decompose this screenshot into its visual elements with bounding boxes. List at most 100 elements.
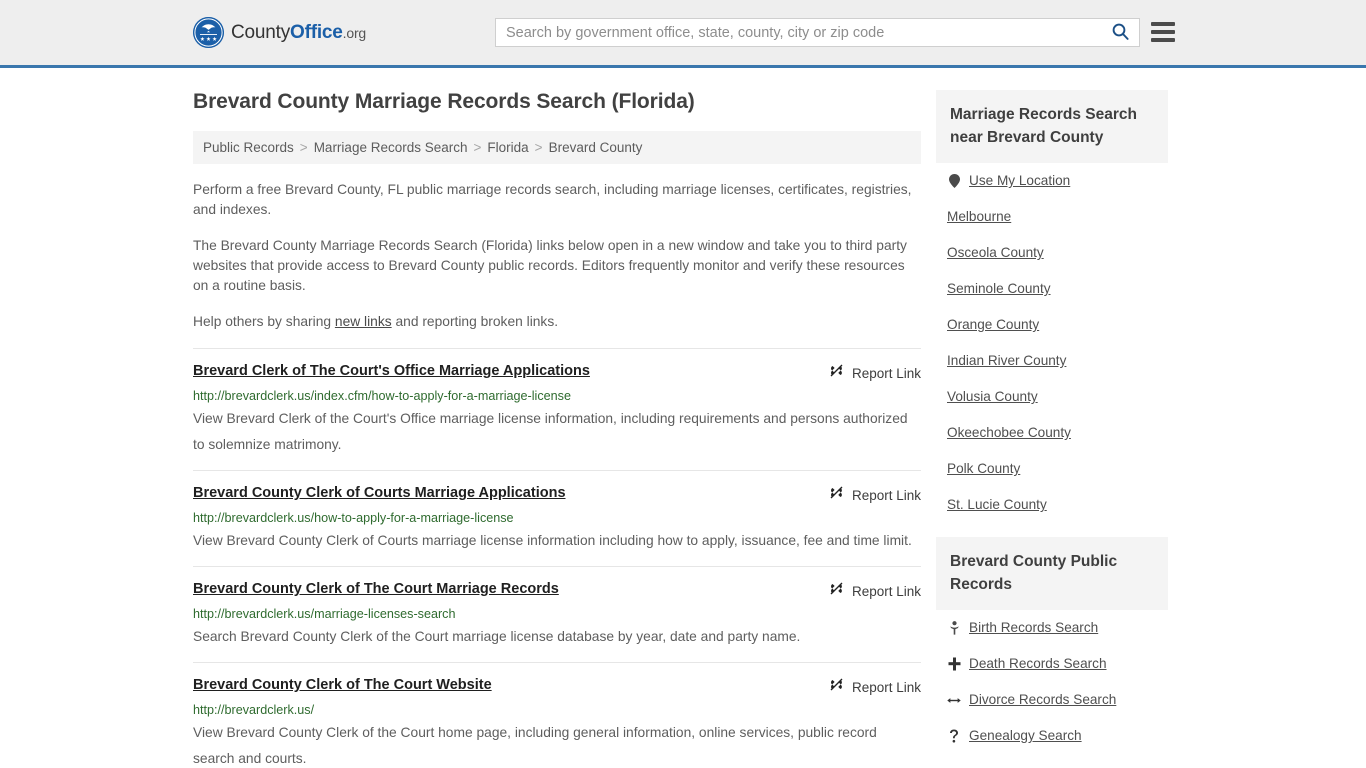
double-arrow-icon (947, 695, 961, 706)
menu-bar-3 (1151, 38, 1175, 42)
sidebar-link-label[interactable]: Death Records Search (969, 655, 1107, 673)
sidebar-public-records-list: Birth Records Search Death Records Searc… (936, 610, 1168, 754)
report-link-label: Report Link (851, 679, 921, 695)
sidebar-link-label[interactable]: Volusia County (947, 388, 1038, 406)
page-title: Brevard County Marriage Records Search (… (193, 90, 695, 113)
logo-text-county: County (231, 22, 291, 43)
report-link-label: Report Link (851, 487, 921, 503)
breadcrumb-item-3[interactable]: Brevard County (549, 140, 643, 155)
result-url[interactable]: http://brevardclerk.us/how-to-apply-for-… (193, 511, 921, 526)
report-link-label: Report Link (851, 583, 921, 599)
result-description: Search Brevard County Clerk of the Court… (193, 629, 801, 644)
search-icon (1112, 23, 1129, 43)
sidebar-link-label[interactable]: Okeechobee County (947, 424, 1071, 442)
result-url[interactable]: http://brevardclerk.us/marriage-licenses… (193, 607, 921, 622)
sidebar-item-seminole-county[interactable]: Seminole County (936, 271, 1168, 307)
search-input[interactable] (495, 18, 1101, 47)
logo-text-org: .org (342, 25, 367, 41)
result-title-link[interactable]: Brevard County Clerk of The Court Websit… (193, 676, 492, 694)
sidebar-link-label[interactable]: Orange County (947, 316, 1039, 334)
baby-icon (947, 621, 961, 635)
result-title-link[interactable]: Brevard County Clerk of Courts Marriage … (193, 484, 566, 502)
result-item: Brevard County Clerk of The Court Websit… (193, 662, 921, 768)
county-office-seal-icon (193, 17, 224, 48)
result-description: View Brevard County Clerk of Courts marr… (193, 533, 912, 548)
sidebar-item-osceola-county[interactable]: Osceola County (936, 235, 1168, 271)
site-logo-text: CountyOffice.org (231, 23, 366, 42)
menu-bar-1 (1151, 22, 1175, 26)
main-content: Brevard County Marriage Records Search (… (193, 68, 921, 768)
breadcrumb: Public Records > Marriage Records Search… (193, 131, 921, 164)
report-link-button[interactable]: Report Link (829, 362, 921, 383)
sidebar-link-label[interactable]: St. Lucie County (947, 496, 1047, 514)
sidebar: Marriage Records Search near Brevard Cou… (936, 68, 1168, 768)
breadcrumb-item-2[interactable]: Florida (487, 140, 528, 155)
breadcrumb-separator: > (473, 140, 482, 155)
sidebar-nearby-heading: Marriage Records Search near Brevard Cou… (936, 90, 1168, 163)
sidebar-public-records-section: Brevard County Public Records Birth Reco… (936, 537, 1168, 754)
sidebar-link-label[interactable]: Polk County (947, 460, 1020, 478)
result-header: Brevard Clerk of The Court's Office Marr… (193, 362, 921, 383)
share-links-paragraph: Help others by sharing new links and rep… (193, 312, 921, 332)
broken-link-icon (829, 677, 844, 697)
sidebar-item-melbourne[interactable]: Melbourne (936, 199, 1168, 235)
search-button[interactable] (1101, 18, 1140, 47)
sidebar-item-polk-county[interactable]: Polk County (936, 451, 1168, 487)
report-link-button[interactable]: Report Link (829, 484, 921, 505)
sidebar-item-orange-county[interactable]: Orange County (936, 307, 1168, 343)
sidebar-link-label[interactable]: Seminole County (947, 280, 1051, 298)
sidebar-item-death-records-search[interactable]: Death Records Search (936, 646, 1168, 682)
intro-paragraph-2: The Brevard County Marriage Records Sear… (193, 238, 907, 293)
sidebar-link-label[interactable]: Osceola County (947, 244, 1044, 262)
results-list: Brevard Clerk of The Court's Office Marr… (193, 348, 921, 768)
site-logo[interactable]: CountyOffice.org (193, 17, 366, 48)
result-url[interactable]: http://brevardclerk.us/ (193, 703, 921, 718)
report-link-button[interactable]: Report Link (829, 676, 921, 697)
search-bar (495, 18, 1140, 47)
broken-link-icon (829, 363, 844, 383)
result-description: View Brevard County Clerk of the Court h… (193, 725, 877, 766)
sidebar-public-records-heading: Brevard County Public Records (936, 537, 1168, 610)
site-header: CountyOffice.org (0, 0, 1366, 68)
sidebar-link-label[interactable]: Indian River County (947, 352, 1066, 370)
result-title-link[interactable]: Brevard County Clerk of The Court Marria… (193, 580, 559, 598)
sidebar-item-use-my-location[interactable]: Use My Location (936, 163, 1168, 199)
hamburger-menu-icon[interactable] (1151, 20, 1175, 44)
cross-icon (947, 657, 961, 671)
sidebar-link-label[interactable]: Melbourne (947, 208, 1011, 226)
result-item: Brevard County Clerk of Courts Marriage … (193, 470, 921, 566)
result-item: Brevard County Clerk of The Court Marria… (193, 566, 921, 662)
result-header: Brevard County Clerk of The Court Marria… (193, 580, 921, 601)
result-title-link[interactable]: Brevard Clerk of The Court's Office Marr… (193, 362, 590, 380)
sidebar-link-label[interactable]: Genealogy Search (969, 727, 1082, 745)
sidebar-item-birth-records-search[interactable]: Birth Records Search (936, 610, 1168, 646)
share-prefix: Help others by sharing (193, 314, 335, 329)
sidebar-item-genealogy-search[interactable]: Genealogy Search (936, 718, 1168, 754)
result-header: Brevard County Clerk of Courts Marriage … (193, 484, 921, 505)
new-links-link[interactable]: new links (335, 314, 392, 329)
sidebar-link-label[interactable]: Divorce Records Search (969, 691, 1116, 709)
breadcrumb-item-0[interactable]: Public Records (203, 140, 294, 155)
broken-link-icon (829, 581, 844, 601)
sidebar-item-volusia-county[interactable]: Volusia County (936, 379, 1168, 415)
sidebar-item-st-lucie-county[interactable]: St. Lucie County (936, 487, 1168, 523)
result-item: Brevard Clerk of The Court's Office Marr… (193, 348, 921, 470)
page-body: Brevard County Marriage Records Search (… (0, 68, 1366, 768)
breadcrumb-separator: > (299, 140, 308, 155)
intro-paragraph-1: Perform a free Brevard County, FL public… (193, 182, 912, 217)
breadcrumb-item-1[interactable]: Marriage Records Search (314, 140, 468, 155)
report-link-button[interactable]: Report Link (829, 580, 921, 601)
report-link-label: Report Link (851, 365, 921, 381)
sidebar-nearby-list: Use My Location Melbourne Osceola County… (936, 163, 1168, 523)
question-mark-icon (947, 729, 961, 743)
result-header: Brevard County Clerk of The Court Websit… (193, 676, 921, 697)
sidebar-nearby-section: Marriage Records Search near Brevard Cou… (936, 90, 1168, 523)
sidebar-link-label[interactable]: Birth Records Search (969, 619, 1098, 637)
breadcrumb-separator: > (534, 140, 543, 155)
sidebar-link-label[interactable]: Use My Location (969, 172, 1070, 190)
sidebar-item-okeechobee-county[interactable]: Okeechobee County (936, 415, 1168, 451)
map-pin-icon (947, 174, 961, 188)
result-url[interactable]: http://brevardclerk.us/index.cfm/how-to-… (193, 389, 921, 404)
sidebar-item-divorce-records-search[interactable]: Divorce Records Search (936, 682, 1168, 718)
sidebar-item-indian-river-county[interactable]: Indian River County (936, 343, 1168, 379)
